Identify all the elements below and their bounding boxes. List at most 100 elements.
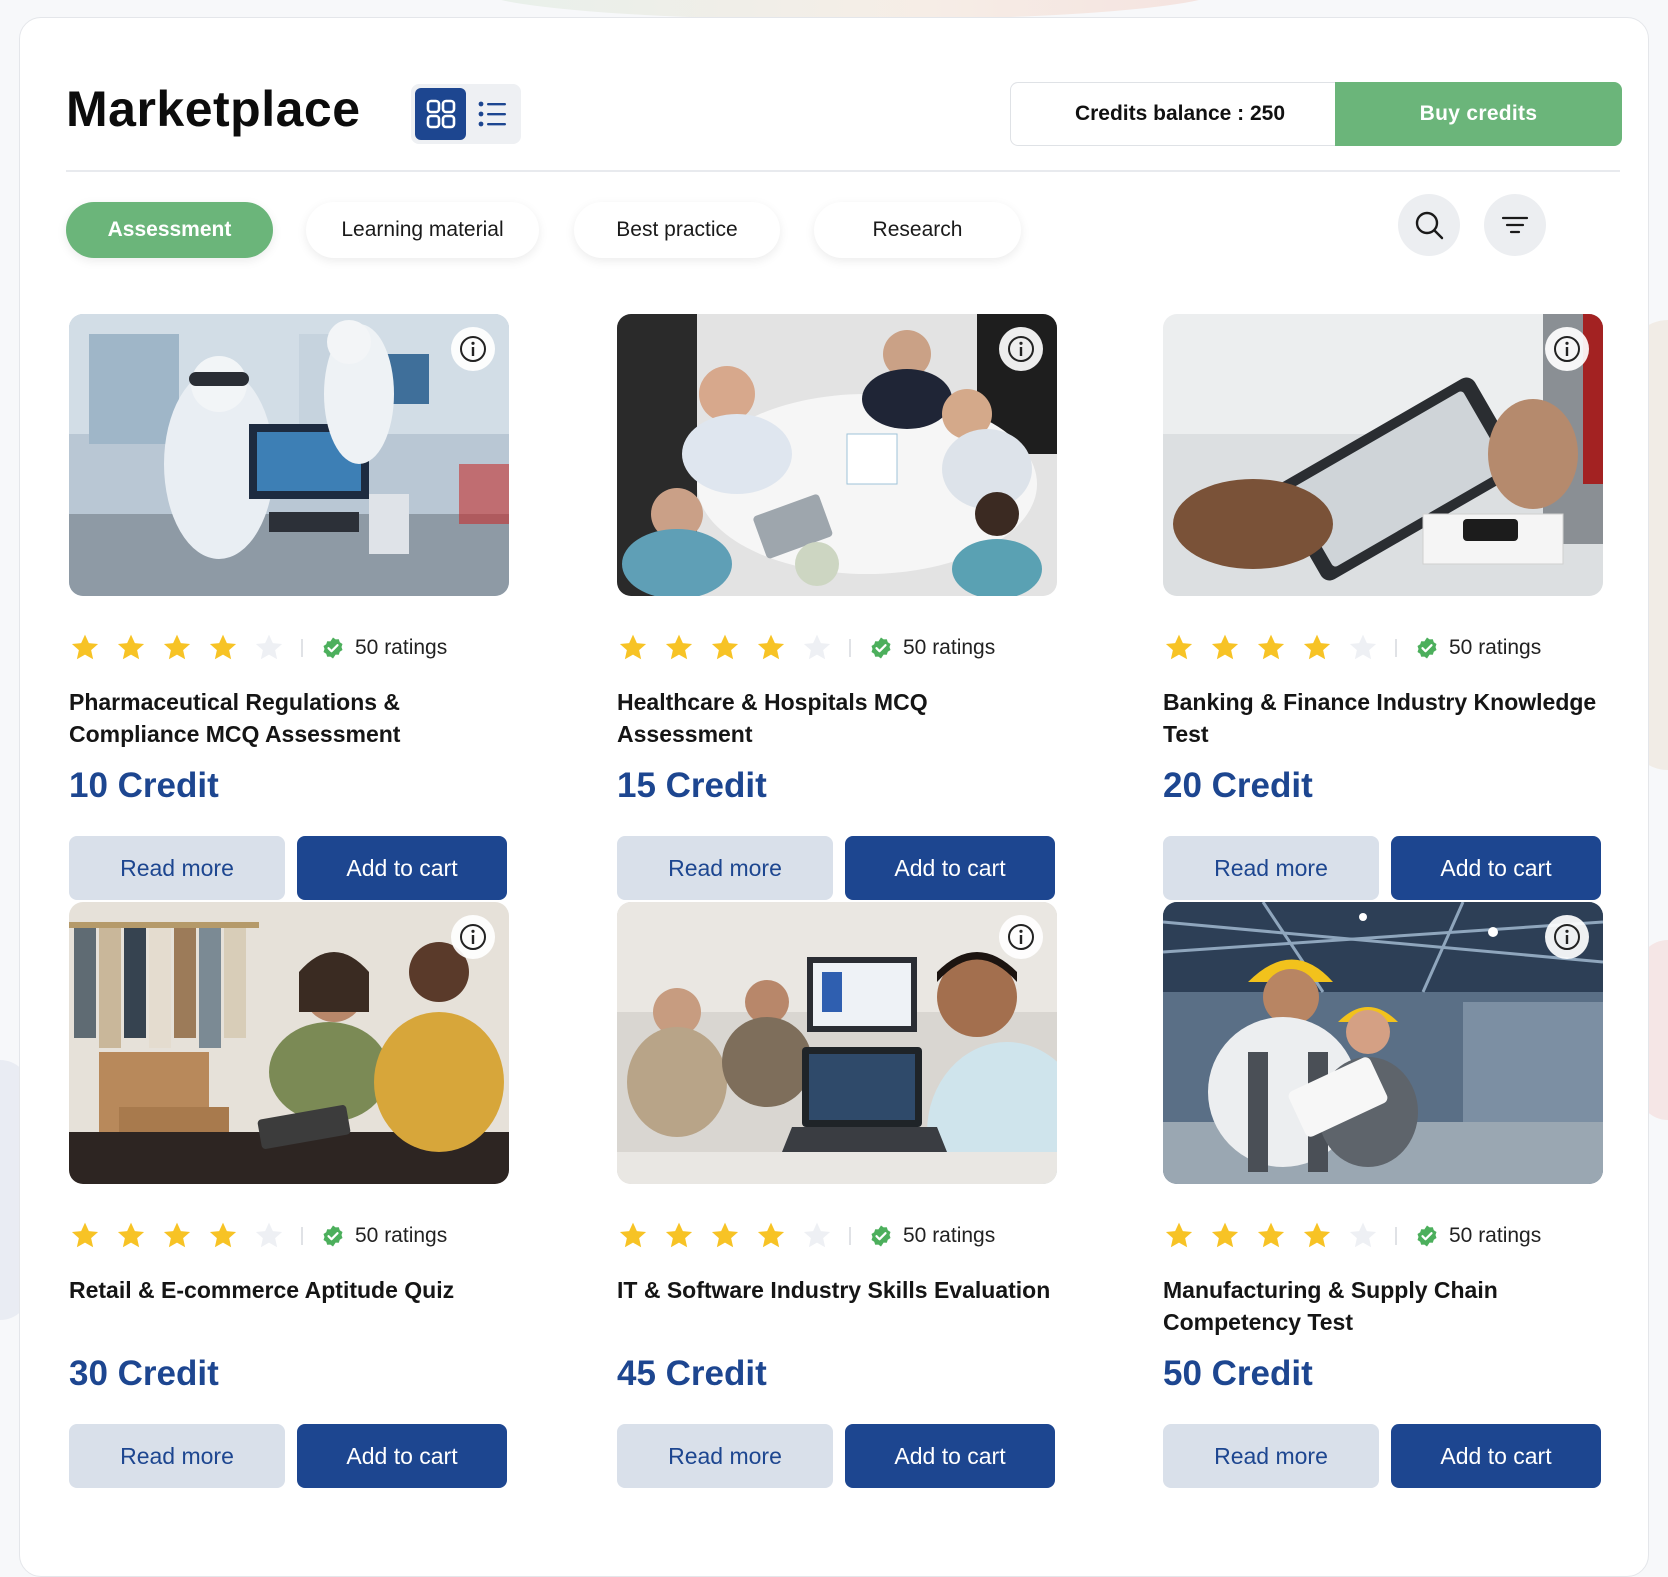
star-empty-icon — [1349, 634, 1377, 660]
info-button[interactable] — [451, 327, 495, 371]
star-icon — [209, 1222, 237, 1248]
star-icon — [711, 1222, 739, 1248]
info-icon — [460, 336, 486, 362]
add-to-cart-button[interactable]: Add to cart — [297, 836, 507, 900]
star-icon — [1257, 634, 1285, 660]
separator — [849, 1227, 851, 1245]
star-icon — [117, 1222, 145, 1248]
add-to-cart-button[interactable]: Add to cart — [297, 1424, 507, 1488]
product-card: 50 ratings Banking & Finance Industry Kn… — [1163, 314, 1611, 900]
product-card: 50 ratings Healthcare & Hospitals MCQ As… — [617, 314, 1065, 900]
office-laptop-photo[interactable] — [617, 902, 1057, 1184]
star-icon — [1303, 634, 1331, 660]
read-more-button[interactable]: Read more — [69, 836, 285, 900]
card-title: Banking & Finance Industry Knowledge Tes… — [1163, 689, 1597, 747]
star-rating — [69, 1220, 285, 1252]
separator — [301, 1227, 303, 1245]
star-icon — [117, 634, 145, 660]
star-icon — [619, 1222, 647, 1248]
factory-workers-photo[interactable] — [1163, 902, 1603, 1184]
rating-row: 50 ratings — [1163, 632, 1603, 664]
separator — [1395, 1227, 1397, 1245]
add-to-cart-button[interactable]: Add to cart — [845, 1424, 1055, 1488]
star-empty-icon — [803, 634, 831, 660]
search-button[interactable] — [1398, 194, 1460, 256]
filter-icon — [1501, 216, 1529, 234]
card-price: 45 Credit — [617, 1354, 767, 1393]
read-more-button[interactable]: Read more — [617, 836, 833, 900]
team-meeting-photo[interactable] — [617, 314, 1057, 596]
star-empty-icon — [1349, 1222, 1377, 1248]
card-price: 50 Credit — [1163, 1354, 1313, 1393]
tab-research[interactable]: Research — [814, 202, 1021, 258]
card-title: Manufacturing & Supply Chain Competency … — [1163, 1277, 1498, 1335]
info-button[interactable] — [1545, 915, 1589, 959]
product-card: 50 ratings Manufacturing & Supply Chain … — [1163, 902, 1611, 1488]
tab-assessment[interactable]: Assessment — [66, 202, 273, 258]
product-card: 50 ratings Retail & E-commerce Aptitude … — [69, 902, 517, 1488]
star-icon — [1165, 634, 1193, 660]
info-button[interactable] — [999, 915, 1043, 959]
verified-badge-icon — [871, 637, 891, 659]
page-title: Marketplace — [66, 81, 361, 137]
marketplace-panel: Marketplace Credits balance: 250 Buy cr… — [19, 17, 1649, 1577]
search-icon — [1415, 211, 1444, 240]
rating-row: 50 ratings — [69, 632, 509, 664]
add-to-cart-button[interactable]: Add to cart — [1391, 1424, 1601, 1488]
add-to-cart-button[interactable]: Add to cart — [845, 836, 1055, 900]
star-empty-icon — [255, 1222, 283, 1248]
rating-row: 50 ratings — [1163, 1220, 1603, 1252]
separator — [849, 639, 851, 657]
filter-button[interactable] — [1484, 194, 1546, 256]
info-icon — [1554, 924, 1580, 950]
info-icon — [1008, 924, 1034, 950]
rating-row: 50 ratings — [617, 1220, 1057, 1252]
tab-learning-material[interactable]: Learning material — [306, 202, 539, 258]
separator — [301, 639, 303, 657]
star-icon — [1165, 1222, 1193, 1248]
read-more-button[interactable]: Read more — [1163, 836, 1379, 900]
read-more-button[interactable]: Read more — [1163, 1424, 1379, 1488]
card-price: 10 Credit — [69, 766, 219, 805]
verified-badge-icon — [323, 1225, 343, 1247]
card-price: 15 Credit — [617, 766, 767, 805]
info-icon — [460, 924, 486, 950]
verified-badge-icon — [871, 1225, 891, 1247]
tablet-handshake-photo[interactable] — [1163, 314, 1603, 596]
header-divider — [66, 170, 1620, 172]
info-button[interactable] — [1545, 327, 1589, 371]
star-rating — [617, 1220, 833, 1252]
tab-best-practice[interactable]: Best practice — [574, 202, 780, 258]
ratings-count: 50 ratings — [355, 636, 448, 659]
star-icon — [757, 1222, 785, 1248]
info-icon — [1008, 336, 1034, 362]
separator — [1395, 639, 1397, 657]
product-card: 50 ratings IT & Software Industry Skills… — [617, 902, 1065, 1488]
page-header: Marketplace Credits balance: 250 Buy cr… — [66, 66, 1622, 152]
read-more-button[interactable]: Read more — [69, 1424, 285, 1488]
star-icon — [1303, 1222, 1331, 1248]
ratings-count: 50 ratings — [903, 1224, 996, 1247]
star-icon — [209, 634, 237, 660]
star-rating — [1163, 1220, 1379, 1252]
star-icon — [1211, 1222, 1239, 1248]
star-rating — [69, 632, 285, 664]
add-to-cart-button[interactable]: Add to cart — [1391, 836, 1601, 900]
view-toggle — [411, 84, 521, 144]
card-title: Pharmaceutical Regulations & Compliance … — [69, 689, 401, 747]
info-button[interactable] — [451, 915, 495, 959]
list-view-button[interactable] — [466, 88, 517, 140]
read-more-button[interactable]: Read more — [617, 1424, 833, 1488]
star-icon — [163, 1222, 191, 1248]
buy-credits-button[interactable]: Buy credits — [1335, 82, 1622, 146]
star-icon — [1257, 1222, 1285, 1248]
retail-shop-photo[interactable] — [69, 902, 509, 1184]
card-title: Healthcare & Hospitals MCQ Assessment — [617, 689, 928, 747]
verified-badge-icon — [323, 637, 343, 659]
info-icon — [1554, 336, 1580, 362]
star-icon — [163, 634, 191, 660]
lab-scientists-photo[interactable] — [69, 314, 509, 596]
grid-view-button[interactable] — [415, 88, 466, 140]
star-icon — [711, 634, 739, 660]
info-button[interactable] — [999, 327, 1043, 371]
